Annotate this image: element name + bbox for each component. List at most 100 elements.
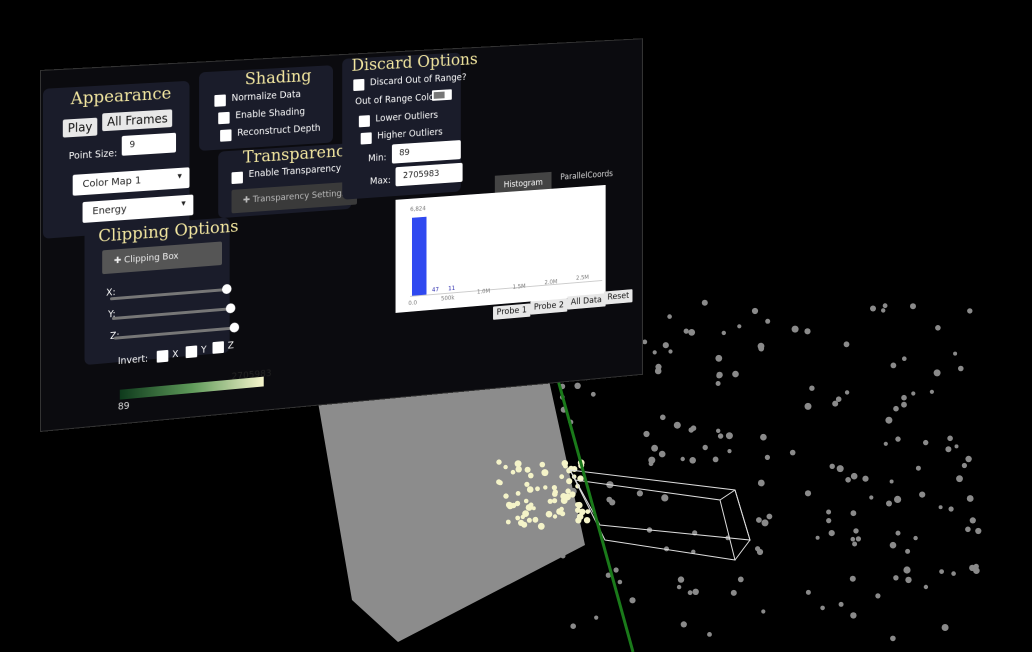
highlighted-point xyxy=(524,466,531,473)
point xyxy=(688,329,696,336)
normalize-checkbox[interactable] xyxy=(214,94,226,107)
play-button[interactable]: Play xyxy=(62,117,98,138)
point xyxy=(961,462,968,469)
point xyxy=(958,365,964,372)
z-slider-knob[interactable] xyxy=(229,322,240,333)
point xyxy=(893,405,899,412)
point xyxy=(677,576,685,583)
point xyxy=(732,370,739,378)
color-swatch-fill xyxy=(433,91,445,99)
point xyxy=(725,432,733,440)
point xyxy=(893,575,899,581)
highlighted-point xyxy=(532,516,539,523)
point xyxy=(717,433,724,439)
highlighted-point xyxy=(505,519,511,525)
point xyxy=(826,509,832,515)
invert-z-label: Z xyxy=(227,340,234,352)
higher-outliers-checkbox[interactable] xyxy=(360,132,372,145)
point xyxy=(629,597,636,604)
point xyxy=(756,517,762,523)
volume-slab xyxy=(318,362,585,642)
point xyxy=(574,382,581,389)
histogram-chart xyxy=(396,216,606,313)
point xyxy=(757,479,765,487)
point xyxy=(809,385,815,391)
highlighted-point xyxy=(551,485,558,491)
tab-parallel-coords[interactable]: ParallelCoords xyxy=(552,163,622,188)
point xyxy=(687,590,693,596)
probe-2-button[interactable]: Probe 2 xyxy=(530,298,568,315)
histogram-tick-2: 1.0M xyxy=(476,287,491,296)
point xyxy=(765,318,771,324)
point xyxy=(967,308,973,314)
point xyxy=(886,500,892,507)
point xyxy=(889,479,894,484)
point xyxy=(613,567,619,573)
point xyxy=(789,449,796,456)
highlighted-point xyxy=(523,498,529,504)
point xyxy=(965,455,972,463)
reset-button[interactable]: Reset xyxy=(603,289,633,305)
point xyxy=(910,303,916,310)
point xyxy=(756,548,764,556)
point xyxy=(702,444,708,451)
point xyxy=(965,526,971,533)
point xyxy=(680,621,687,628)
all-data-button[interactable]: All Data xyxy=(567,293,606,310)
highlighted-point xyxy=(547,498,553,504)
point xyxy=(730,589,737,596)
point xyxy=(660,414,666,421)
highlighted-point xyxy=(552,498,558,504)
point xyxy=(815,535,820,540)
highlighted-point xyxy=(560,493,567,500)
point xyxy=(761,609,766,614)
point xyxy=(933,369,941,377)
point xyxy=(590,391,596,397)
lower-outliers-checkbox[interactable] xyxy=(358,115,370,128)
discard-out-of-range-checkbox[interactable] xyxy=(353,78,365,92)
invert-y-checkbox[interactable] xyxy=(185,345,198,359)
enable-transparency-checkbox[interactable] xyxy=(231,171,243,185)
point xyxy=(881,308,886,313)
point xyxy=(849,575,856,582)
control-panel: Appearance Play All Frames Point Size: 9… xyxy=(40,38,643,432)
histogram-tick-4: 2.0M xyxy=(544,278,558,287)
point xyxy=(885,416,893,424)
invert-z-checkbox[interactable] xyxy=(212,341,224,354)
point xyxy=(956,475,963,483)
point xyxy=(617,579,623,585)
point xyxy=(895,436,901,442)
point xyxy=(941,624,949,631)
point xyxy=(751,307,759,315)
point xyxy=(727,449,732,454)
highlighted-point xyxy=(535,486,540,492)
point xyxy=(850,612,857,619)
transparency-settings-label: Transparency Settings xyxy=(252,188,347,206)
point xyxy=(676,584,682,590)
point xyxy=(648,461,654,467)
point xyxy=(652,350,657,355)
highlighted-point xyxy=(503,464,508,470)
invert-x-checkbox[interactable] xyxy=(156,349,169,363)
highlighted-point xyxy=(552,514,558,519)
highlighted-point xyxy=(576,513,584,520)
point xyxy=(923,439,929,446)
probe-1-button[interactable]: Probe 1 xyxy=(493,303,531,320)
point xyxy=(715,381,721,386)
x-slider-knob[interactable] xyxy=(222,283,232,295)
enable-shading-checkbox[interactable] xyxy=(218,111,230,125)
point-size-input[interactable]: 9 xyxy=(121,132,177,156)
point xyxy=(975,527,982,535)
highlighted-point xyxy=(583,517,591,524)
out-of-range-color-swatch[interactable] xyxy=(431,89,452,101)
y-slider-knob[interactable] xyxy=(225,303,236,314)
point xyxy=(673,421,681,429)
point xyxy=(870,305,876,312)
histogram-bar-1 xyxy=(411,216,427,297)
reconstruct-depth-checkbox[interactable] xyxy=(220,129,232,142)
highlighted-point xyxy=(556,508,563,515)
point xyxy=(760,433,767,441)
clipping-box-label: Clipping Box xyxy=(124,251,179,266)
point xyxy=(902,356,907,362)
point xyxy=(889,541,897,549)
